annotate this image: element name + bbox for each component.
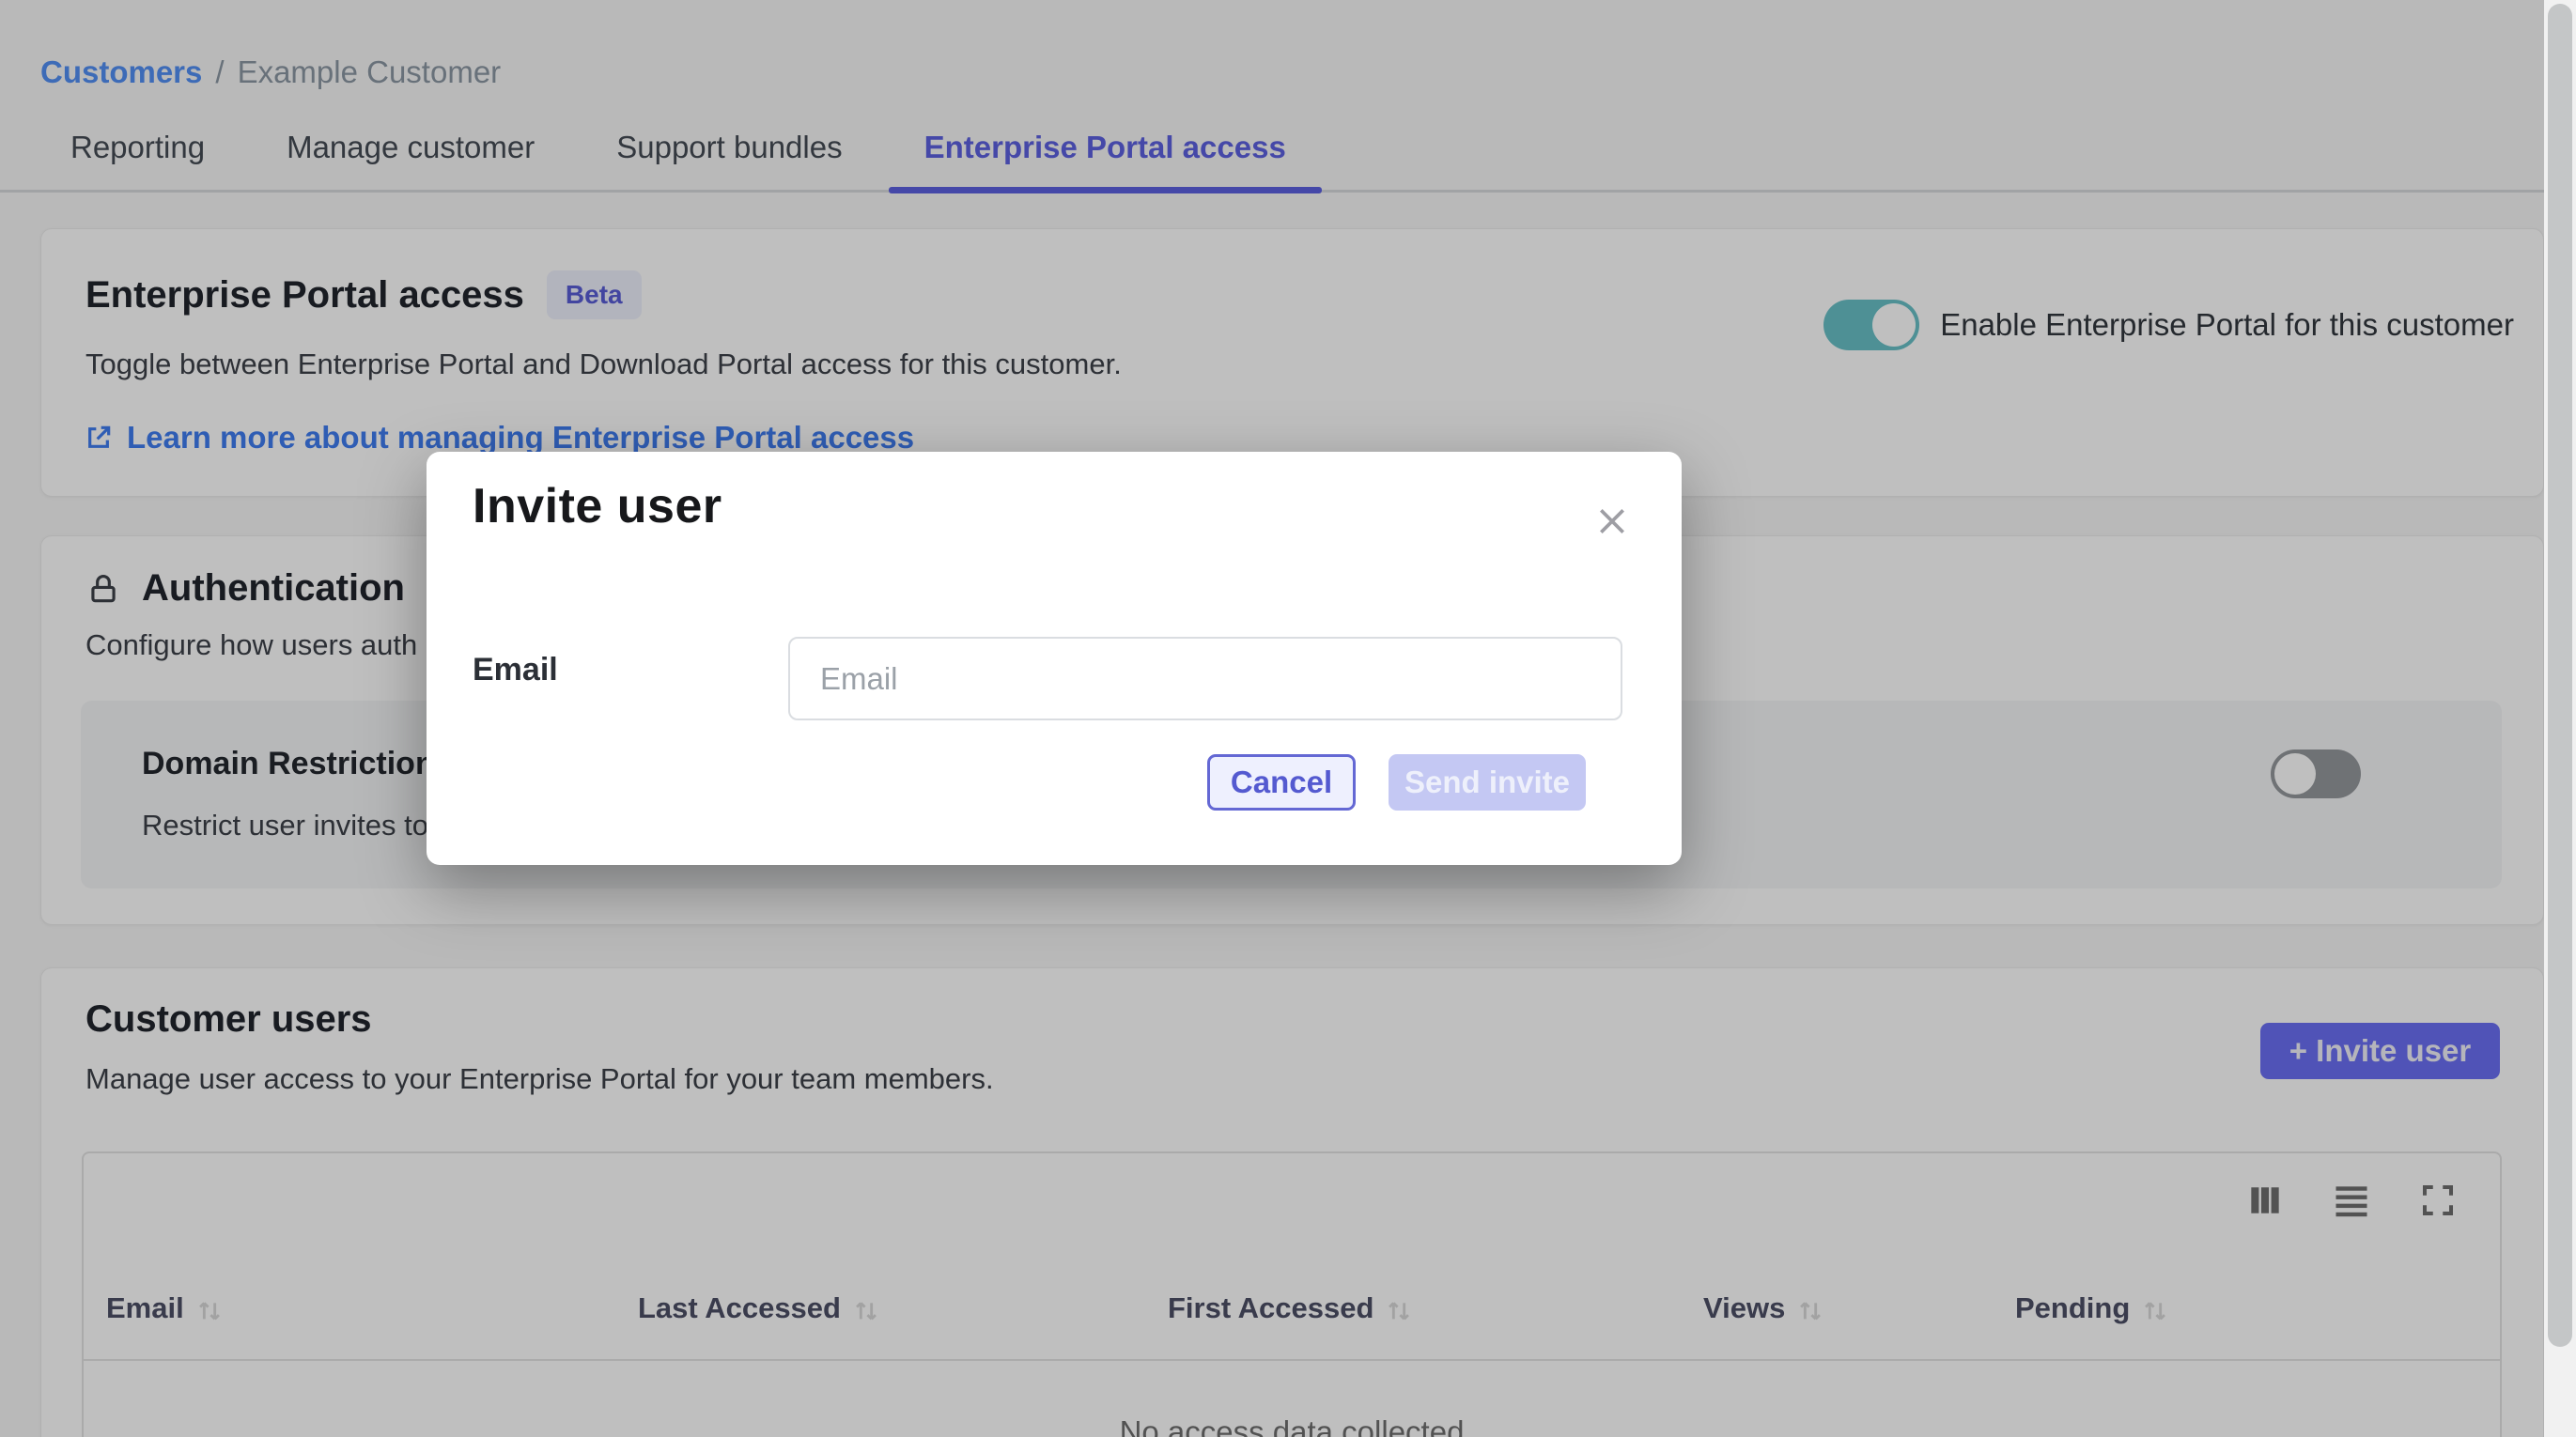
send-invite-button[interactable]: Send invite: [1389, 754, 1586, 811]
page: Customers / Example Customer Reporting M…: [0, 0, 2576, 1437]
cancel-button[interactable]: Cancel: [1207, 754, 1356, 811]
modal-actions: Cancel Send invite: [1207, 754, 1586, 811]
email-input[interactable]: [788, 637, 1622, 720]
invite-user-modal: Invite user Email Cancel Send invite: [427, 452, 1682, 865]
email-field-label: Email: [473, 652, 558, 688]
page-scrollbar[interactable]: [2544, 0, 2576, 1437]
scrollbar-thumb[interactable]: [2548, 4, 2572, 1347]
modal-title: Invite user: [473, 478, 722, 534]
close-icon[interactable]: [1591, 501, 1633, 542]
